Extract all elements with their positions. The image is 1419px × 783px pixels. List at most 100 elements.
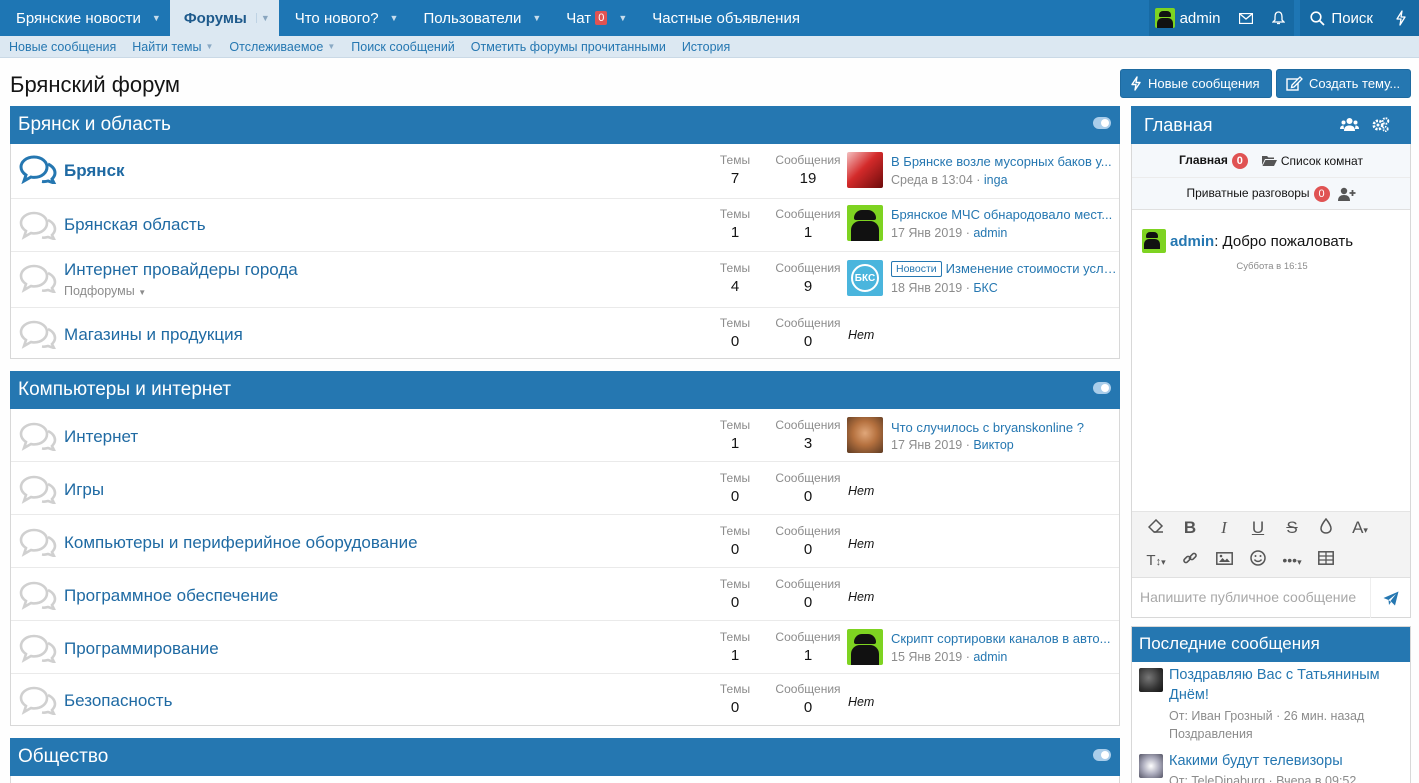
last-post-title[interactable]: В Брянске возле мусорных баков у... [891,154,1117,169]
account-menu[interactable]: admin [1148,0,1231,36]
search-icon [1310,10,1326,26]
subforums-menu[interactable]: Подфорумы ▼ [64,284,146,298]
chevron-down-icon[interactable]: ▼ [206,42,214,51]
nav-item-chat[interactable]: Чат 0 ▼ [550,0,636,36]
messages-count: 1 [803,647,813,664]
forum-title[interactable]: Программное обеспечение [64,586,278,606]
tab-main[interactable]: Главная 0 [1179,152,1248,169]
subnav-new-posts[interactable]: Новые сообщения [9,40,116,54]
last-post-date[interactable]: Среда в 13:04 [891,173,973,187]
last-post-title[interactable]: Брянское МЧС обнародовало мест... [891,207,1117,222]
forum-node: Компьютеры и периферийное оборудование Т… [11,515,1119,568]
table-icon[interactable] [1309,550,1343,570]
inbox-icon[interactable] [1230,0,1263,36]
threads-stat: Темы 4 [705,261,765,295]
avatar[interactable] [847,629,883,665]
forum-title[interactable]: Программирование [64,639,219,659]
nav-item-classifieds[interactable]: Частные объявления [636,0,807,36]
subnav-search-posts[interactable]: Поиск сообщений [351,40,455,54]
image-icon[interactable] [1207,550,1241,570]
last-post-date[interactable]: 17 Янв 2019 [891,226,962,240]
last-post-user[interactable]: Виктор [973,438,1013,452]
avatar[interactable] [1139,754,1163,778]
collapse-toggle-icon[interactable] [1093,749,1111,761]
tab-room-list[interactable]: Список комнат [1261,154,1363,168]
search-button[interactable]: Поиск [1300,0,1383,36]
message-author[interactable]: admin [1170,233,1214,250]
chevron-down-icon[interactable]: ▼ [255,13,272,23]
forum-title[interactable]: Магазины и продукция [64,325,243,345]
strikethrough-icon[interactable]: S [1275,518,1309,538]
collapse-toggle-icon[interactable] [1093,382,1111,394]
last-post-title[interactable]: Изменение стоимости услу... [946,261,1117,276]
chevron-down-icon[interactable]: ▼ [150,13,163,23]
chevron-down-icon[interactable]: ▼ [327,42,335,51]
nav-item-forums[interactable]: Форумы ▼ [169,0,279,36]
chevron-down-icon[interactable]: ▼ [530,13,543,23]
subnav-watched[interactable]: Отслеживаемое ▼ [229,40,335,54]
avatar[interactable] [847,417,883,453]
latest-post-title[interactable]: Поздравляю Вас с Татьяниным Днём! [1169,665,1389,705]
avatar[interactable] [847,205,883,241]
avatar[interactable] [847,152,883,188]
italic-icon[interactable]: I [1207,518,1241,538]
last-post-date[interactable]: 17 Янв 2019 [891,438,962,452]
more-options-icon[interactable]: •••▾ [1275,552,1309,568]
send-button[interactable] [1370,578,1410,618]
avatar[interactable]: БКС [847,260,883,296]
messages-label: Сообщения [775,207,841,221]
subnav-history[interactable]: История [682,40,730,54]
unread-badge: 0 [1313,185,1330,202]
collapse-toggle-icon[interactable] [1093,117,1111,129]
bold-icon[interactable]: B [1173,518,1207,538]
category-header[interactable]: Общество [10,738,1120,776]
subnav-find-threads[interactable]: Найти темы ▼ [132,40,213,54]
forum-title[interactable]: Брянская область [64,215,206,235]
last-post-title[interactable]: Скрипт сортировки каналов в авто... [891,631,1117,646]
font-size-icon[interactable]: A▾ [1343,518,1377,538]
nav-item-bryansk-news[interactable]: Брянские новости ▼ [0,0,170,36]
last-post-date[interactable]: 15 Янв 2019 [891,650,962,664]
eraser-icon[interactable] [1139,518,1173,538]
forum-title[interactable]: Интернет провайдеры города [64,260,298,280]
forum-node: Интернет Темы 1 Сообщения 3 Что случилось … [11,409,1119,462]
font-family-icon[interactable]: T↕▾ [1139,552,1173,569]
forum-title[interactable]: Компьютеры и периферийное оборудование [64,533,418,553]
new-posts-button[interactable]: Новые сообщения [1120,69,1272,98]
latest-post-title[interactable]: Какими будут телевизоры [1169,751,1389,771]
forum-title[interactable]: Безопасность [64,691,172,711]
link-icon[interactable] [1173,550,1207,571]
tab-private-conversations[interactable]: Приватные разговоры 0 [1186,185,1330,202]
cogs-icon[interactable] [1372,117,1390,132]
add-user-icon[interactable] [1337,187,1356,201]
avatar[interactable] [1142,229,1166,253]
nav-item-users[interactable]: Пользователи ▼ [407,0,550,36]
last-post-user[interactable]: inga [984,173,1008,187]
thread-prefix[interactable]: Новости [891,261,942,277]
create-thread-button[interactable]: Создать тему... [1276,69,1411,98]
category-header[interactable]: Брянск и область [10,106,1120,144]
avatar[interactable] [1139,668,1163,692]
last-post-user[interactable]: admin [973,650,1007,664]
users-icon[interactable] [1340,117,1359,132]
smiley-icon[interactable] [1241,549,1275,571]
forum-title[interactable]: Интернет [64,427,138,447]
bolt-icon[interactable] [1383,0,1419,36]
bell-icon[interactable] [1262,0,1295,36]
chevron-down-icon[interactable]: ▼ [616,13,629,23]
forum-title[interactable]: Брянск [64,161,125,181]
last-post-user[interactable]: БКС [973,281,997,295]
last-post-title[interactable]: Что случилось с bryanskonline ? [891,420,1117,435]
nav-item-whats-new[interactable]: Что нового? ▼ [279,0,408,36]
forum-title[interactable]: Игры [64,480,104,500]
last-post-user[interactable]: admin [973,226,1007,240]
chevron-down-icon[interactable]: ▼ [388,13,401,23]
underline-icon[interactable]: U [1241,518,1275,538]
latest-post-forum[interactable]: Поздравления [1169,725,1253,743]
category-header[interactable]: Компьютеры и интернет [10,371,1120,409]
subnav-mark-read[interactable]: Отметить форумы прочитанными [471,40,666,54]
text-color-icon[interactable] [1309,517,1343,539]
chat-message-input[interactable]: Напишите публичное сообщение [1132,577,1410,618]
last-post-date[interactable]: 18 Янв 2019 [891,281,962,295]
threads-label: Темы [719,630,751,644]
